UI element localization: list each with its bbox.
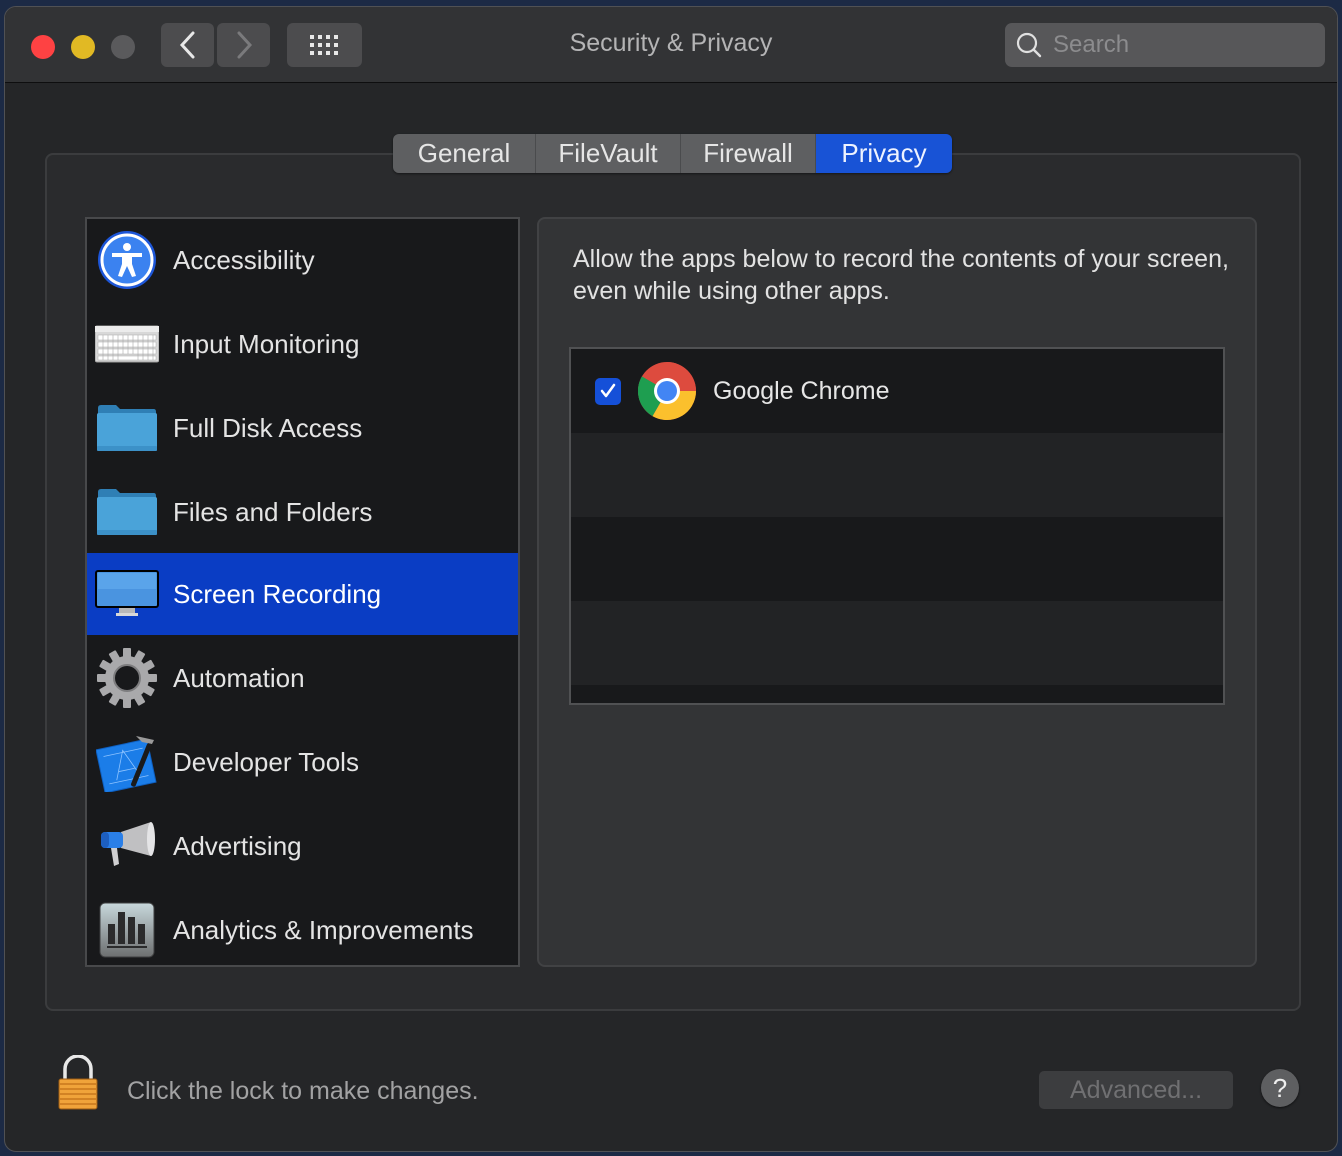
app-checkbox[interactable] bbox=[595, 377, 621, 405]
empty-row bbox=[571, 517, 1223, 601]
search-input[interactable] bbox=[1051, 30, 1315, 60]
accessibility-icon bbox=[95, 228, 159, 292]
app-row[interactable]: Google Chrome bbox=[571, 349, 1223, 433]
sidebar-item-screen-recording[interactable]: Screen Recording bbox=[87, 553, 518, 635]
search-field[interactable] bbox=[1005, 23, 1325, 67]
sidebar-item-input-monitoring[interactable]: Input Monitoring bbox=[87, 303, 518, 385]
chrome-icon bbox=[638, 362, 696, 420]
sidebar-item-analytics[interactable]: Analytics & Improvements bbox=[87, 889, 518, 971]
lock-icon bbox=[58, 1054, 98, 1110]
description-text: Allow the apps below to record the conte… bbox=[573, 245, 1229, 305]
app-name: Google Chrome bbox=[713, 376, 890, 405]
sidebar-item-label: Screen Recording bbox=[173, 578, 382, 609]
xcode-icon bbox=[95, 730, 159, 794]
sidebar-item-label: Files and Folders bbox=[173, 496, 373, 527]
sidebar-item-advertising[interactable]: Advertising bbox=[87, 805, 518, 887]
tab-privacy[interactable]: Privacy bbox=[816, 134, 952, 173]
lock-status-text: Click the lock to make changes. bbox=[127, 1077, 479, 1105]
display-icon bbox=[95, 562, 159, 626]
bar-chart-icon bbox=[95, 898, 159, 962]
lock-button[interactable] bbox=[55, 1054, 101, 1116]
sidebar-item-label: Accessibility bbox=[173, 244, 315, 275]
sidebar-item-automation[interactable]: Automation bbox=[87, 637, 518, 719]
search-icon bbox=[1016, 32, 1042, 58]
folder-icon bbox=[95, 396, 159, 460]
advanced-button[interactable]: Advanced... bbox=[1039, 1071, 1233, 1109]
megaphone-icon bbox=[95, 814, 159, 878]
tab-general[interactable]: General bbox=[393, 134, 536, 173]
app-list: Google Chrome bbox=[569, 347, 1225, 705]
sidebar-item-label: Automation bbox=[173, 662, 305, 693]
sidebar-item-accessibility[interactable]: Accessibility bbox=[87, 219, 518, 301]
empty-row bbox=[571, 685, 1223, 703]
sidebar-item-developer-tools[interactable]: Developer Tools bbox=[87, 721, 518, 803]
help-button[interactable]: ? bbox=[1261, 1069, 1299, 1107]
detail-panel: Allow the apps below to record the conte… bbox=[537, 217, 1257, 967]
sidebar-item-label: Analytics & Improvements bbox=[173, 914, 474, 945]
privacy-category-list: Accessibility Input Monitoring Full Disk… bbox=[85, 217, 520, 967]
empty-row bbox=[571, 433, 1223, 517]
titlebar: Security & Privacy bbox=[5, 7, 1337, 83]
tab-filevault[interactable]: FileVault bbox=[536, 134, 681, 173]
sidebar-item-label: Full Disk Access bbox=[173, 412, 363, 443]
folder-icon bbox=[95, 480, 159, 544]
checkmark-icon bbox=[600, 383, 616, 398]
keyboard-icon bbox=[95, 312, 159, 376]
sidebar-item-label: Advertising bbox=[173, 830, 302, 861]
sidebar-item-label: Developer Tools bbox=[173, 746, 359, 777]
sidebar-item-files-and-folders[interactable]: Files and Folders bbox=[87, 471, 518, 553]
sidebar-item-label: Input Monitoring bbox=[173, 328, 360, 359]
sidebar-item-full-disk-access[interactable]: Full Disk Access bbox=[87, 387, 518, 469]
security-privacy-window: Security & Privacy General FileVault Fir… bbox=[4, 6, 1338, 1152]
tab-firewall[interactable]: Firewall bbox=[681, 134, 816, 173]
empty-row bbox=[571, 601, 1223, 685]
gear-icon bbox=[95, 646, 159, 710]
tab-bar: General FileVault Firewall Privacy bbox=[393, 134, 952, 173]
